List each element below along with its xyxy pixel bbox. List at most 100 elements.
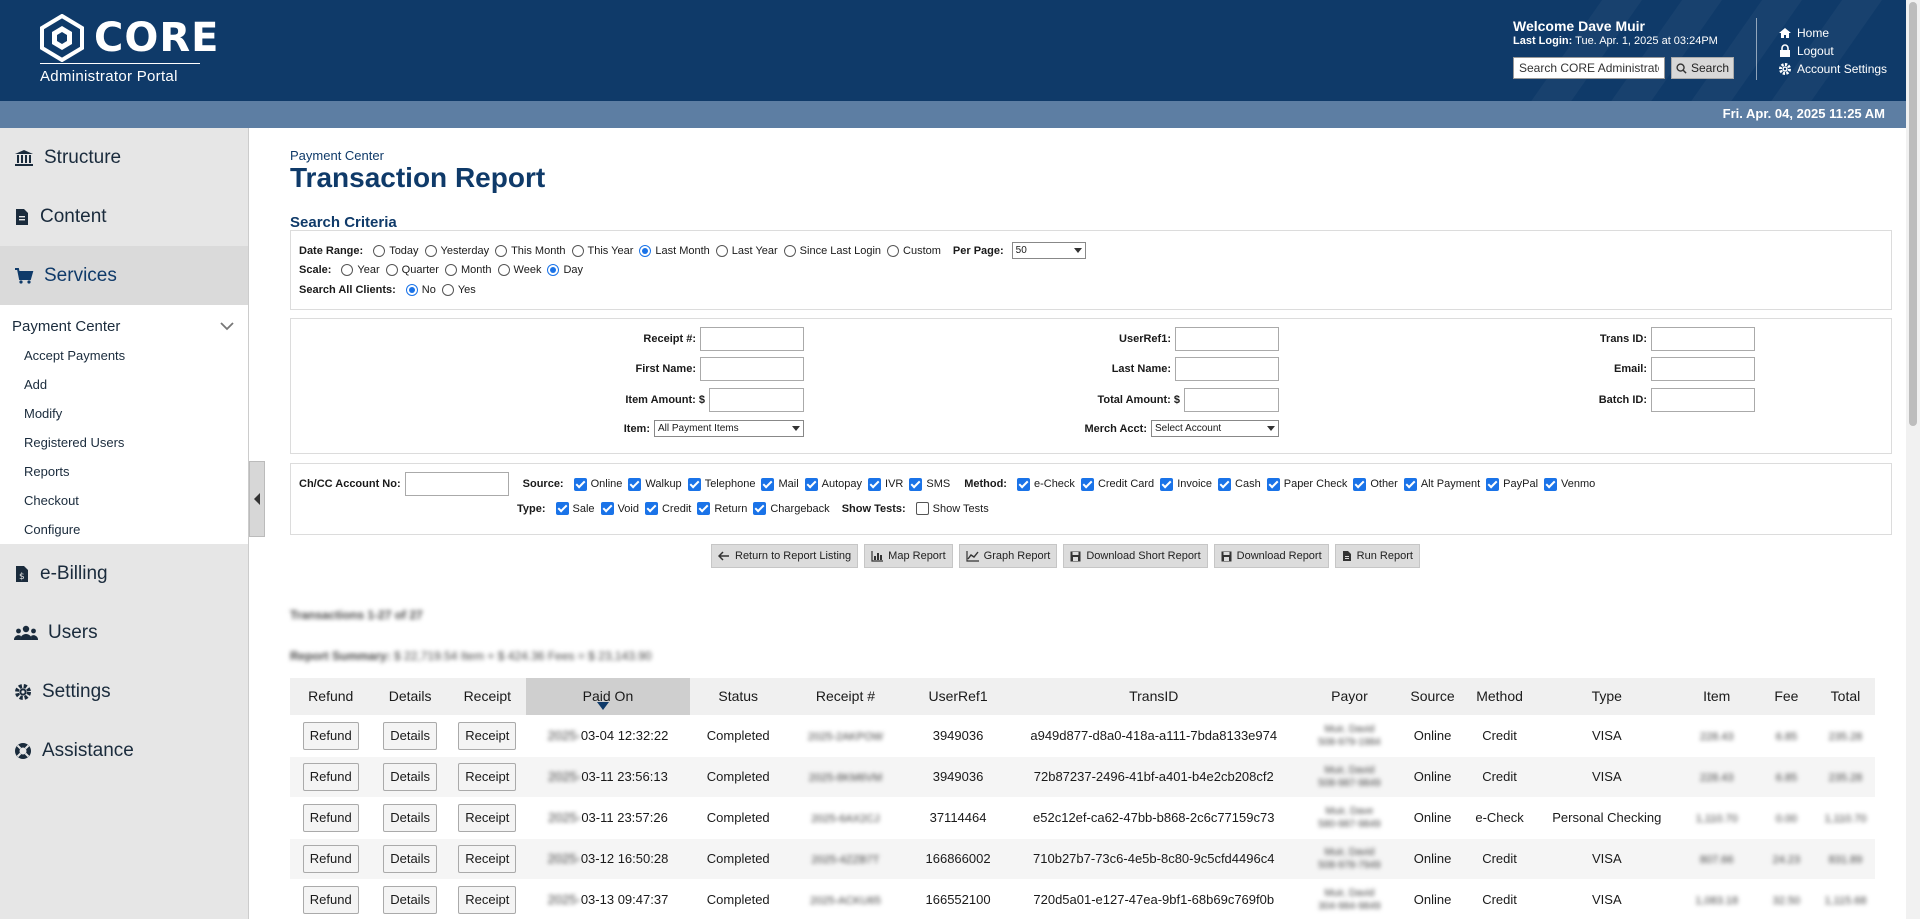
checkbox-return[interactable] — [697, 502, 711, 515]
sidebar-item-structure[interactable]: Structure — [0, 128, 248, 187]
core-logo[interactable]: CORE — [38, 13, 219, 63]
submenu-checkout[interactable]: Checkout — [0, 486, 248, 515]
col-status[interactable]: Status — [689, 678, 787, 715]
return-to-listing-button[interactable]: Return to Report Listing — [711, 544, 859, 568]
sidebar-item-services[interactable]: Services — [0, 246, 248, 305]
sidebar-collapse-button[interactable] — [249, 461, 265, 537]
account-input[interactable] — [404, 472, 509, 496]
merch-acct-select[interactable]: Select Account — [1151, 420, 1279, 437]
radio-month[interactable] — [444, 264, 457, 276]
col-item[interactable]: Item — [1676, 678, 1757, 715]
download-short-report-button[interactable]: Download Short Report — [1063, 544, 1208, 568]
checkbox-telephone[interactable] — [687, 477, 701, 491]
submenu-reports[interactable]: Reports — [0, 457, 248, 486]
radio-year[interactable] — [341, 264, 354, 276]
submenu-registered-users[interactable]: Registered Users — [0, 428, 248, 457]
search-button[interactable]: Search — [1671, 57, 1734, 79]
radio-day[interactable] — [547, 264, 560, 276]
receipt-input[interactable] — [700, 327, 804, 351]
checkbox-other[interactable] — [1353, 477, 1367, 491]
run-report-button[interactable]: Run Report — [1334, 544, 1420, 568]
col-payor[interactable]: Payor — [1295, 678, 1404, 715]
col-total[interactable]: Total — [1815, 678, 1875, 715]
checkbox-sms[interactable] — [909, 477, 923, 491]
checkbox-walkup[interactable] — [628, 477, 642, 491]
radio-week[interactable] — [497, 264, 510, 276]
radio-yes[interactable] — [441, 284, 454, 296]
sidebar-item-settings[interactable]: Settings — [0, 662, 248, 721]
checkbox-echeck[interactable] — [1016, 477, 1030, 491]
radio-today[interactable] — [373, 244, 386, 257]
admin-search-input[interactable] — [1513, 57, 1665, 79]
map-report-button[interactable]: Map Report — [864, 544, 953, 568]
checkbox-autopay[interactable] — [804, 477, 818, 491]
checkbox-alt-payment[interactable] — [1403, 477, 1417, 491]
checkbox-credit-card[interactable] — [1080, 477, 1094, 491]
submenu-configure[interactable]: Configure — [0, 515, 248, 544]
details-button[interactable]: Details — [383, 885, 437, 914]
checkbox-credit[interactable] — [644, 502, 658, 515]
per-page-select[interactable]: 50 — [1011, 242, 1086, 259]
col-paid-on[interactable]: Paid On — [525, 678, 690, 715]
checkbox-paypal[interactable] — [1486, 477, 1500, 491]
item-amount-input[interactable] — [709, 388, 804, 412]
checkbox-show-tests[interactable] — [915, 502, 929, 515]
checkbox-sale[interactable] — [555, 502, 569, 515]
userref-input[interactable] — [1175, 327, 1279, 351]
sidebar-item-e-billing[interactable]: $ e-Billing — [0, 544, 248, 603]
home-link[interactable]: Home — [1778, 24, 1887, 42]
radio-last-year[interactable] — [715, 244, 728, 257]
sidebar-item-assistance[interactable]: Assistance — [0, 721, 248, 780]
radio-no[interactable] — [405, 284, 418, 296]
receipt-button[interactable]: Receipt — [458, 803, 517, 832]
checkbox-paper-check[interactable] — [1266, 477, 1280, 491]
radio-quarter[interactable] — [385, 264, 398, 276]
download-report-button[interactable]: Download Report — [1213, 544, 1329, 568]
checkbox-ivr[interactable] — [868, 477, 882, 491]
checkbox-venmo[interactable] — [1544, 477, 1558, 491]
breadcrumb[interactable]: Payment Center — [290, 148, 384, 163]
radio-custom[interactable] — [887, 244, 900, 257]
details-button[interactable]: Details — [383, 844, 437, 873]
logout-link[interactable]: Logout — [1778, 42, 1887, 60]
scrollbar-thumb[interactable] — [1909, 2, 1917, 426]
vertical-scrollbar[interactable] — [1906, 0, 1920, 919]
details-button[interactable]: Details — [383, 762, 437, 791]
col-fee[interactable]: Fee — [1756, 678, 1816, 715]
col-userref[interactable]: UserRef1 — [904, 678, 1012, 715]
refund-button[interactable]: Refund — [302, 844, 359, 873]
total-amount-input[interactable] — [1184, 388, 1279, 412]
account-settings-link[interactable]: Account Settings — [1778, 60, 1887, 78]
receipt-button[interactable]: Receipt — [458, 844, 517, 873]
refund-button[interactable]: Refund — [302, 885, 359, 914]
submenu-modify[interactable]: Modify — [0, 399, 248, 428]
col-method[interactable]: Method — [1462, 678, 1538, 715]
col-receipt-number[interactable]: Receipt # — [786, 678, 905, 715]
refund-button[interactable]: Refund — [302, 762, 359, 791]
receipt-button[interactable]: Receipt — [458, 721, 517, 750]
graph-report-button[interactable]: Graph Report — [958, 544, 1058, 568]
item-select[interactable]: All Payment Items — [654, 420, 804, 437]
col-source[interactable]: Source — [1403, 678, 1463, 715]
batch-id-input[interactable] — [1651, 388, 1755, 412]
details-button[interactable]: Details — [383, 721, 437, 750]
checkbox-cash[interactable] — [1218, 477, 1232, 491]
refund-button[interactable]: Refund — [302, 721, 359, 750]
checkbox-online[interactable] — [573, 477, 587, 491]
checkbox-invoice[interactable] — [1160, 477, 1174, 491]
sidebar-item-content[interactable]: Content — [0, 187, 248, 246]
checkbox-mail[interactable] — [761, 477, 775, 491]
receipt-button[interactable]: Receipt — [458, 885, 517, 914]
radio-last-month[interactable] — [639, 244, 652, 257]
radio-this-month[interactable] — [495, 244, 508, 257]
first-name-input[interactable] — [700, 357, 804, 381]
last-name-input[interactable] — [1175, 357, 1279, 381]
trans-id-input[interactable] — [1651, 327, 1755, 351]
email-input[interactable] — [1651, 357, 1755, 381]
submenu-payment-center[interactable]: Payment Center — [0, 311, 248, 341]
col-transid[interactable]: TransID — [1011, 678, 1296, 715]
radio-since-last-login[interactable] — [783, 244, 796, 257]
radio-yesterday[interactable] — [424, 244, 437, 257]
submenu-accept-payments[interactable]: Accept Payments — [0, 341, 248, 370]
checkbox-void[interactable] — [600, 502, 614, 515]
